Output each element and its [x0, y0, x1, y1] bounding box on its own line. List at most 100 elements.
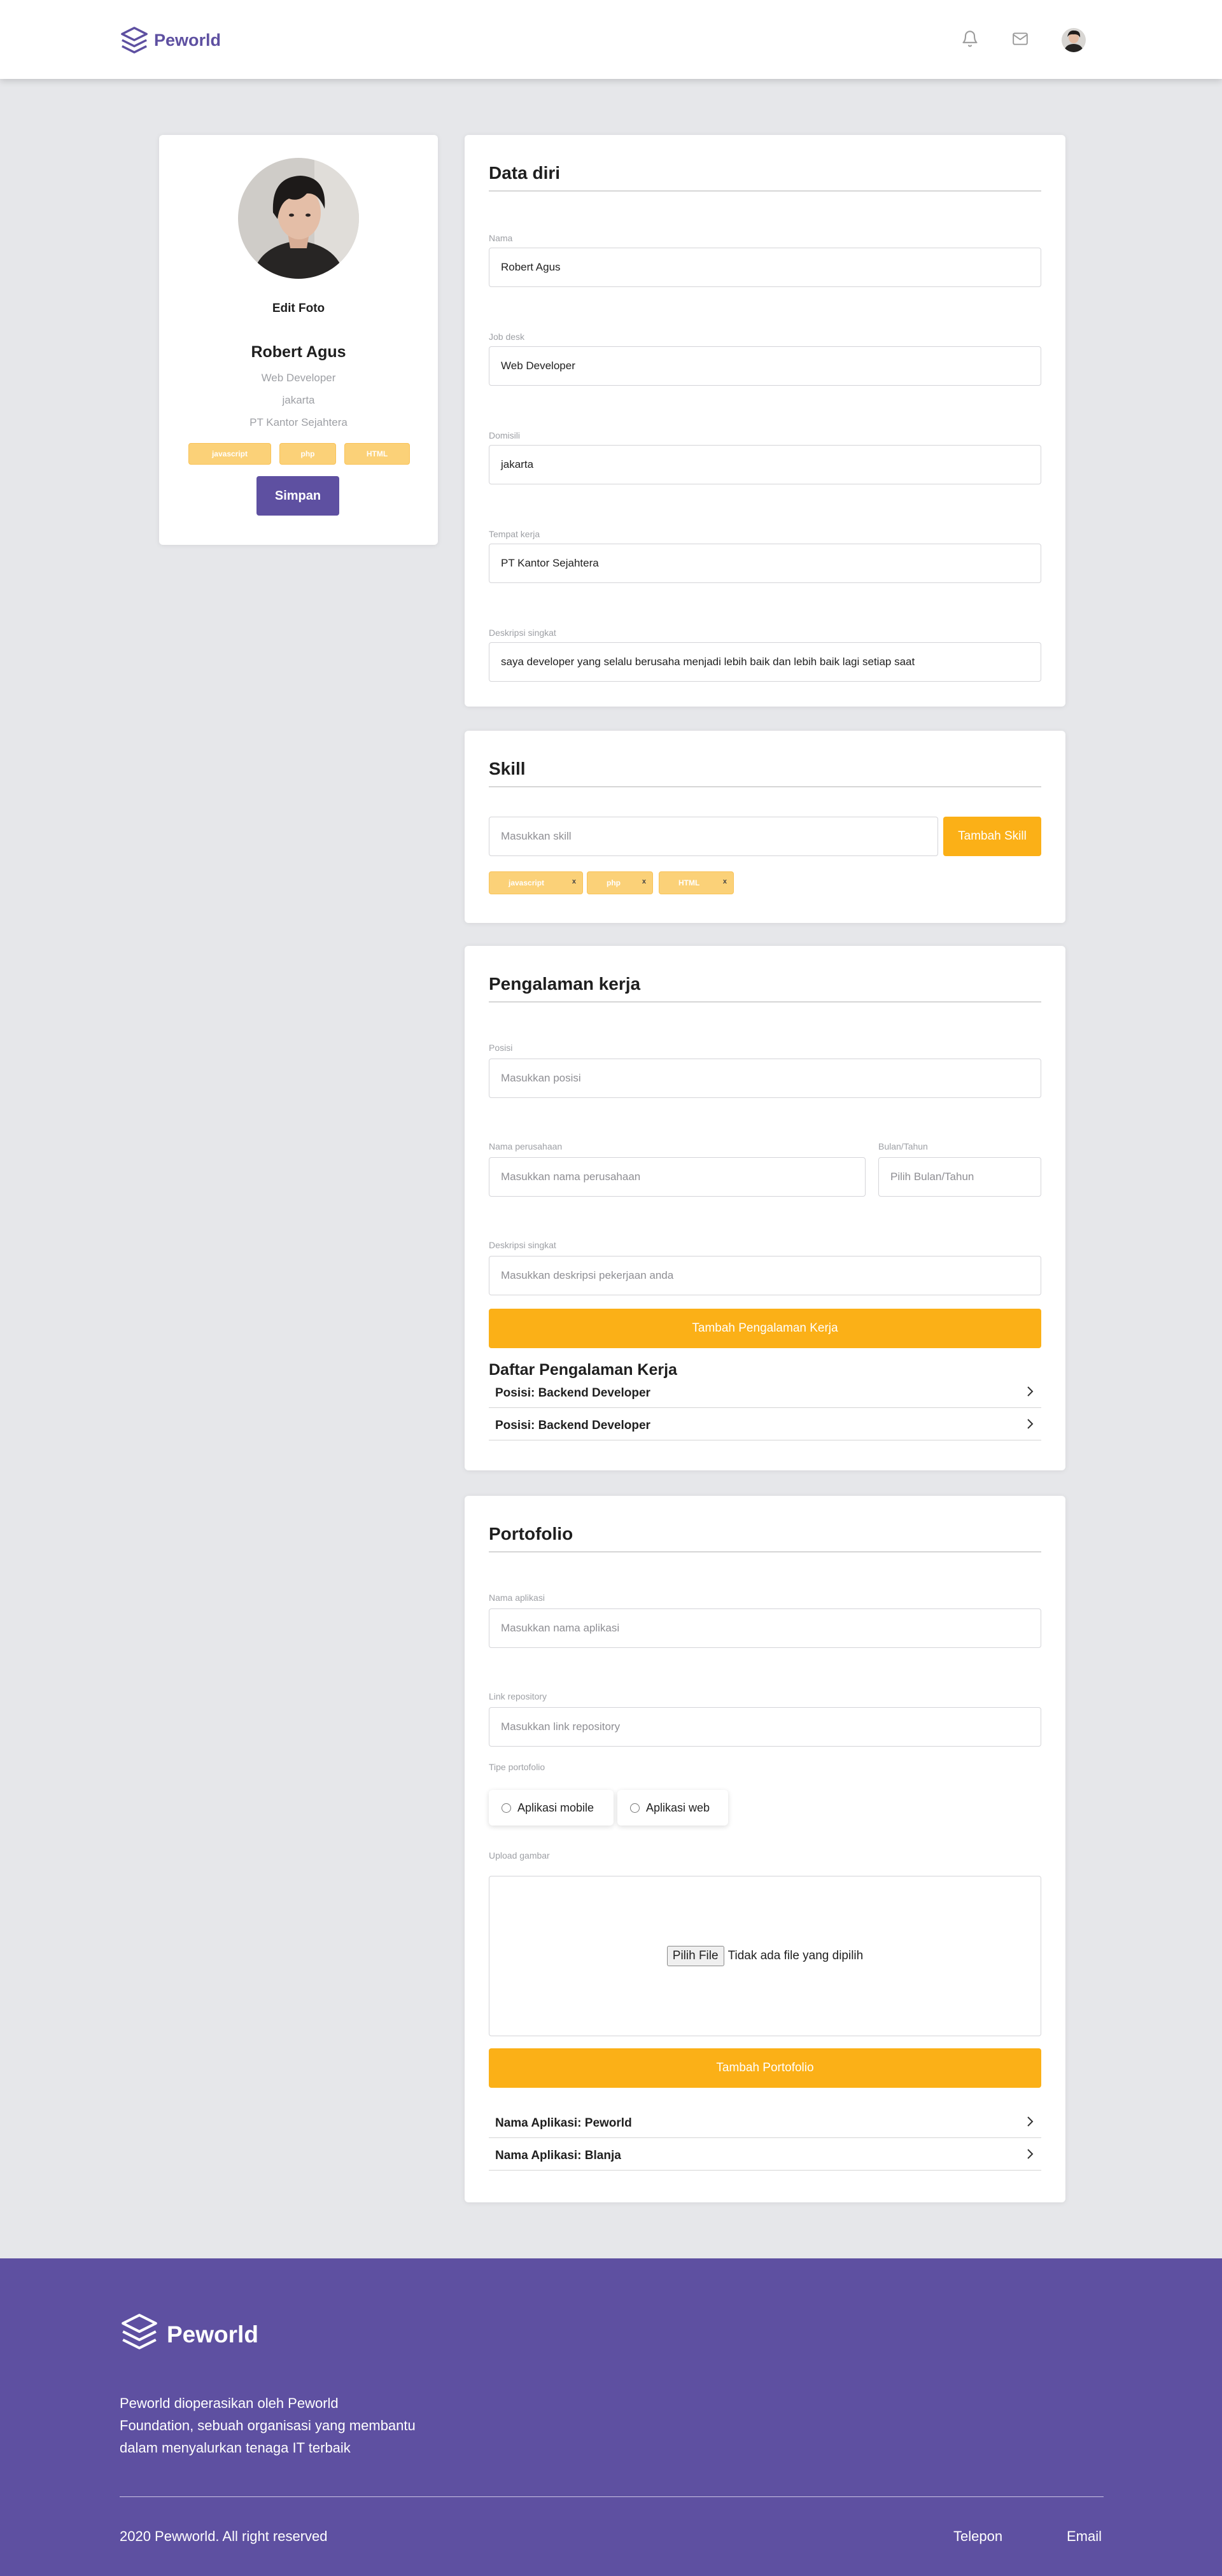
radio-web-app[interactable]: Aplikasi web: [617, 1790, 728, 1826]
portfolio-type-label: Tipe portofolio: [489, 1762, 545, 1772]
app-name-label: Nama aplikasi: [489, 1593, 545, 1603]
radio-label: Aplikasi mobile: [517, 1801, 594, 1814]
skill-input[interactable]: Masukkan skill: [489, 817, 938, 856]
experience-list-title: Daftar Pengalaman Kerja: [489, 1361, 677, 1379]
add-portfolio-button[interactable]: Tambah Portofolio: [489, 2048, 1041, 2088]
experience-item-label: Posisi: Backend Developer: [495, 1386, 650, 1400]
domicile-label: Domisili: [489, 430, 520, 440]
profile-job: Web Developer: [261, 372, 336, 384]
experience-item-label: Posisi: Backend Developer: [495, 1418, 650, 1432]
repository-label: Link repository: [489, 1691, 547, 1701]
portfolio-list-item[interactable]: Nama Aplikasi: Peworld: [489, 2109, 1041, 2138]
profile-skill-chip: php: [279, 443, 336, 465]
bell-icon[interactable]: [961, 29, 979, 48]
radio-label: Aplikasi web: [646, 1801, 710, 1814]
profile-skill-chip: javascript: [188, 443, 271, 465]
portfolio-title: Portofolio: [489, 1524, 573, 1544]
position-label: Posisi: [489, 1043, 513, 1053]
chevron-right-icon: [1026, 1418, 1034, 1433]
radio-circle-icon: [502, 1803, 511, 1813]
choose-file-button[interactable]: Pilih File: [666, 1946, 724, 1966]
skill-chip: javascript x: [489, 871, 583, 894]
footer-link-email[interactable]: Email: [1067, 2528, 1102, 2545]
brand-name: Peworld: [154, 30, 221, 50]
profile-card: Edit Foto Robert Agus Web Developer jaka…: [159, 135, 438, 545]
domicile-field[interactable]: jakarta: [489, 445, 1041, 484]
portfolio-list-item[interactable]: Nama Aplikasi: Blanja: [489, 2141, 1041, 2171]
name-label: Nama: [489, 233, 513, 243]
radio-mobile-app[interactable]: Aplikasi mobile: [489, 1790, 614, 1826]
skill-chip: HTML x: [659, 871, 734, 894]
remove-skill-icon[interactable]: x: [572, 878, 576, 885]
position-input[interactable]: Masukkan posisi: [489, 1059, 1041, 1098]
footer-description-line: dalam menyalurkan tenaga IT terbaik: [120, 2440, 351, 2456]
layers-logo-icon: [120, 25, 149, 55]
save-button[interactable]: Simpan: [256, 476, 339, 516]
experience-list-item[interactable]: Posisi: Backend Developer: [489, 1379, 1041, 1408]
skill-card: Skill Masukkan skill Tambah Skill javasc…: [465, 731, 1065, 923]
description-field[interactable]: saya developer yang selalu berusaha menj…: [489, 642, 1041, 682]
workplace-label: Tempat kerja: [489, 529, 540, 539]
footer-description-line: Peworld dioperasikan oleh Peworld: [120, 2395, 339, 2411]
job-description-input[interactable]: Masukkan deskripsi pekerjaan anda: [489, 1256, 1041, 1295]
divider: [489, 1001, 1041, 1003]
remove-skill-icon[interactable]: x: [723, 878, 727, 885]
skill-chip-label: HTML: [678, 878, 700, 887]
portfolio-card: Portofolio Nama aplikasi Masukkan nama a…: [465, 1496, 1065, 2202]
remove-skill-icon[interactable]: x: [642, 878, 646, 885]
divider: [489, 786, 1041, 787]
portfolio-item-label: Nama Aplikasi: Blanja: [495, 2148, 621, 2162]
footer-description-line: Foundation, sebuah organisasi yang memba…: [120, 2418, 416, 2433]
description-label: Deskripsi singkat: [489, 628, 556, 638]
edit-photo-link[interactable]: Edit Foto: [159, 302, 438, 316]
company-label: Nama perusahaan: [489, 1141, 563, 1151]
upload-label: Upload gambar: [489, 1850, 550, 1861]
footer-divider: [120, 2496, 1104, 2497]
workplace-field[interactable]: PT Kantor Sejahtera: [489, 544, 1041, 583]
chevron-right-icon: [1026, 1386, 1034, 1401]
upload-dropzone[interactable]: Pilih File Tidak ada file yang dipilih: [489, 1876, 1041, 2036]
skill-chip-label: php: [607, 878, 621, 887]
footer-description: Peworld dioperasikan oleh Peworld Founda…: [120, 2392, 416, 2459]
add-skill-button[interactable]: Tambah Skill: [943, 817, 1041, 856]
divider: [489, 1551, 1041, 1552]
brand-logo[interactable]: Peworld: [120, 25, 221, 55]
footer-brand: Peworld: [120, 2312, 258, 2357]
repository-input[interactable]: Masukkan link repository: [489, 1707, 1041, 1747]
portfolio-item-label: Nama Aplikasi: Peworld: [495, 2116, 632, 2130]
radio-circle-icon: [630, 1803, 640, 1813]
name-field[interactable]: Robert Agus: [489, 248, 1041, 287]
company-input[interactable]: Masukkan nama perusahaan: [489, 1157, 866, 1197]
app-name-input[interactable]: Masukkan nama aplikasi: [489, 1608, 1041, 1648]
skill-chip: php x: [587, 871, 653, 894]
footer: Peworld Peworld dioperasikan oleh Peworl…: [0, 2258, 1222, 2576]
experience-list-item[interactable]: Posisi: Backend Developer: [489, 1411, 1041, 1440]
profile-photo: [238, 158, 359, 279]
file-status-text: Tidak ada file yang dipilih: [727, 1949, 864, 1962]
profile-skill-chip: HTML: [344, 443, 410, 465]
date-input[interactable]: Pilih Bulan/Tahun: [878, 1157, 1041, 1197]
layers-logo-icon: [120, 2312, 159, 2357]
chevron-right-icon: [1026, 2116, 1034, 2131]
top-navbar: Peworld: [0, 0, 1222, 79]
footer-link-phone[interactable]: Telepon: [953, 2528, 1002, 2545]
profile-domicile: jakarta: [282, 394, 315, 406]
profile-workplace: PT Kantor Sejahtera: [249, 416, 348, 428]
job-label: Job desk: [489, 332, 525, 342]
job-field[interactable]: Web Developer: [489, 346, 1041, 386]
data-diri-title: Data diri: [489, 163, 561, 183]
copyright-text: 2020 Pewworld. All right reserved: [120, 2528, 328, 2544]
mail-icon[interactable]: [1011, 31, 1030, 47]
job-description-label: Deskripsi singkat: [489, 1240, 556, 1250]
footer-brand-name: Peworld: [167, 2321, 258, 2347]
skill-title: Skill: [489, 759, 526, 778]
add-experience-button[interactable]: Tambah Pengalaman Kerja: [489, 1309, 1041, 1348]
skill-chip-label: javascript: [509, 878, 545, 887]
data-diri-card: Data diri Nama Robert Agus Job desk Web …: [465, 135, 1065, 707]
experience-card: Pengalaman kerja Posisi Masukkan posisi …: [465, 946, 1065, 1470]
experience-title: Pengalaman kerja: [489, 974, 641, 994]
date-label: Bulan/Tahun: [878, 1141, 928, 1151]
chevron-right-icon: [1026, 2148, 1034, 2164]
profile-name: Robert Agus: [251, 343, 346, 361]
user-avatar[interactable]: [1062, 28, 1086, 52]
